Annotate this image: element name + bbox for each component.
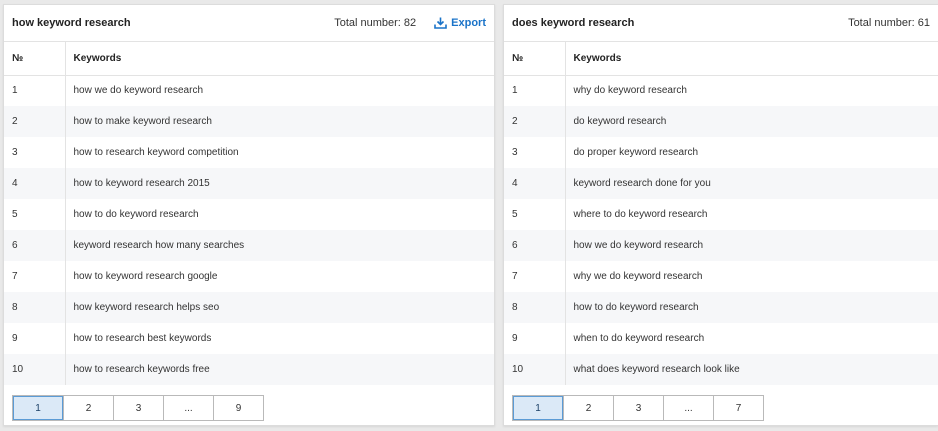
row-number: 2 (504, 106, 566, 137)
page-button-last[interactable]: 7 (713, 396, 763, 420)
row-number: 1 (4, 75, 66, 106)
pagination: 1 2 3 ... 7 (512, 395, 764, 421)
table-row: 9 when to do keyword research (504, 323, 938, 354)
table-row: 5 where to do keyword research (504, 199, 938, 230)
keywords-table: № Keywords 1 why do keyword research 2 do … (504, 42, 938, 385)
total-count: Total number: 61 (848, 17, 930, 29)
row-number: 4 (4, 168, 66, 199)
results-panel-how: how keyword research Total number: 82 Ex… (3, 4, 495, 426)
table-row: 4 how to keyword research 2015 (4, 168, 494, 199)
table-row: 10 what does keyword research look like (504, 354, 938, 385)
row-keyword: how to make keyword research (65, 106, 494, 137)
row-keyword: how keyword research helps seo (65, 292, 494, 323)
export-button[interactable]: Export (434, 17, 486, 29)
row-number: 8 (504, 292, 566, 323)
table-row: 6 how we do keyword research (504, 230, 938, 261)
row-keyword: what does keyword research look like (565, 354, 938, 385)
table-row: 4 keyword research done for you (504, 168, 938, 199)
table-row: 6 keyword research how many searches (4, 230, 494, 261)
row-keyword: when to do keyword research (573, 333, 705, 344)
table-row: 8 how keyword research helps seo (4, 292, 494, 323)
row-keyword: how we do keyword research (73, 85, 204, 97)
panel-header: how keyword research Total number: 82 Ex… (4, 5, 494, 42)
panel-header: does keyword research Total number: 61 (504, 5, 938, 42)
row-number: 4 (504, 168, 566, 199)
column-keywords: Keywords (565, 42, 938, 76)
export-label: Export (451, 17, 486, 29)
table-row: 7 how to keyword research google (4, 261, 494, 292)
row-number: 7 (4, 261, 66, 292)
page-button-2[interactable]: 2 (563, 396, 613, 420)
table-row: 2 do keyword research (504, 106, 938, 137)
row-keyword: how to keyword research 2015 (65, 168, 494, 199)
row-number: 3 (504, 137, 566, 168)
panel-title: does keyword research (512, 17, 635, 29)
page-button-1[interactable]: 1 (513, 396, 563, 420)
row-keyword: how to keyword research google (73, 271, 218, 282)
column-number: № (504, 42, 566, 76)
column-number: № (4, 42, 66, 76)
table-row: 3 how to research keyword competition (4, 137, 494, 168)
row-number: 5 (4, 199, 66, 230)
table-row: 8 how to do keyword research (504, 292, 938, 323)
row-number: 5 (504, 199, 566, 230)
table-row: 5 how to do keyword research (4, 199, 494, 230)
page-button-ellipsis[interactable]: ... (163, 396, 213, 420)
table-header-row: № Keywords (4, 42, 494, 76)
row-number: 9 (504, 323, 566, 354)
row-keyword: how to research keyword competition (73, 147, 239, 158)
results-panel-does: does keyword research Total number: 61 №… (503, 4, 938, 426)
row-number: 10 (4, 354, 66, 385)
row-keyword: how we do keyword research (565, 230, 938, 261)
row-number: 7 (504, 261, 566, 292)
row-keyword: how to research best keywords (73, 333, 212, 344)
table-header-row: № Keywords (504, 42, 938, 76)
row-number: 6 (504, 230, 566, 261)
page-button-ellipsis[interactable]: ... (663, 396, 713, 420)
download-icon (434, 17, 447, 29)
row-keyword: where to do keyword research (573, 209, 708, 220)
table-row: 7 why we do keyword research (504, 261, 938, 292)
column-keywords: Keywords (65, 42, 494, 76)
table-row: 10 how to research keywords free (4, 354, 494, 385)
row-number: 6 (4, 230, 66, 261)
keyword-results: how keyword research Total number: 82 Ex… (0, 0, 938, 431)
page-button-3[interactable]: 3 (613, 396, 663, 420)
row-keyword: keyword research done for you (565, 168, 938, 199)
page-button-3[interactable]: 3 (113, 396, 163, 420)
table-row: 1 why do keyword research (504, 75, 938, 106)
row-number: 10 (504, 354, 566, 385)
row-number: 2 (4, 106, 66, 137)
table-row: 9 how to research best keywords (4, 323, 494, 354)
pagination: 1 2 3 ... 9 (12, 395, 264, 421)
row-keyword: why do keyword research (573, 85, 687, 97)
page-button-2[interactable]: 2 (63, 396, 113, 420)
row-keyword: how to do keyword research (73, 209, 199, 220)
page-button-1[interactable]: 1 (13, 396, 63, 420)
table-row: 2 how to make keyword research (4, 106, 494, 137)
keywords-table: № Keywords 1 how we do keyword research 2… (4, 42, 494, 385)
total-count: Total number: 82 (334, 17, 417, 29)
row-number: 1 (504, 75, 566, 106)
table-row: 3 do proper keyword research (504, 137, 938, 168)
row-keyword: do proper keyword research (573, 147, 699, 158)
row-keyword: do keyword research (565, 106, 938, 137)
row-keyword: how to research keywords free (65, 354, 494, 385)
panel-title: how keyword research (12, 17, 131, 29)
row-keyword: keyword research how many searches (65, 230, 494, 261)
row-keyword: how to do keyword research (565, 292, 938, 323)
page-button-last[interactable]: 9 (213, 396, 263, 420)
row-keyword: why we do keyword research (573, 271, 703, 282)
row-number: 3 (4, 137, 66, 168)
table-row: 1 how we do keyword research (4, 75, 494, 106)
row-number: 9 (4, 323, 66, 354)
row-number: 8 (4, 292, 66, 323)
